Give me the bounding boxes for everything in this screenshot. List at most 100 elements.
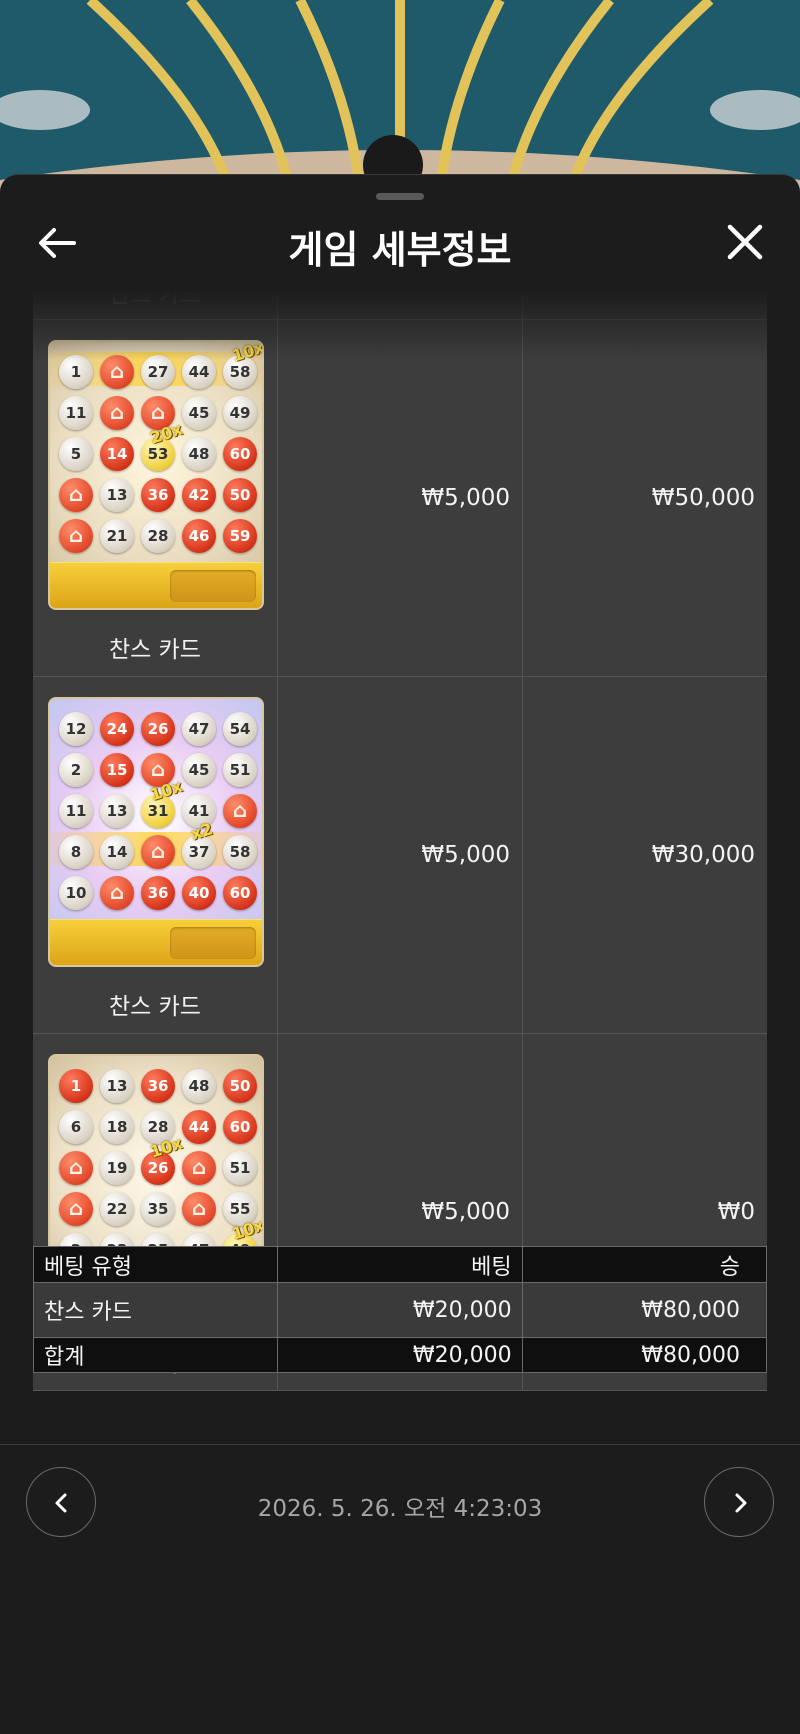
house-icon bbox=[59, 519, 93, 553]
win-amount: ₩0 bbox=[717, 1199, 755, 1225]
bingo-ball: 40 bbox=[182, 876, 216, 910]
bingo-ball: 48 bbox=[182, 1069, 216, 1103]
bingo-ball: 50 bbox=[223, 1069, 257, 1103]
card-footer bbox=[50, 562, 262, 608]
bingo-ball: 36 bbox=[141, 876, 175, 910]
bingo-ball: 13 bbox=[100, 478, 134, 512]
bet-type-label: 찬스 카드 bbox=[109, 994, 201, 1020]
bet-amount: ₩5,000 bbox=[421, 1199, 510, 1225]
bet-amount-cell: ₩20,000 bbox=[278, 1283, 523, 1337]
bingo-ball: 14 bbox=[100, 835, 134, 869]
bingo-ball: 21 bbox=[100, 519, 134, 553]
bet-type-label: 찬스 카드 bbox=[109, 290, 201, 308]
bet-amount-cell bbox=[278, 290, 523, 319]
multiplier-badge: 10x bbox=[229, 340, 264, 366]
bingo-ball: 2 bbox=[59, 753, 93, 787]
bingo-ball: 13 bbox=[100, 794, 134, 828]
bet-type-cell: 찬스 카드 bbox=[34, 1283, 279, 1337]
bet-type-cell: 1274458114549514534860133642502128465910… bbox=[33, 320, 278, 676]
house-icon bbox=[182, 1192, 216, 1226]
bingo-ball: 12 bbox=[59, 712, 93, 746]
bet-row: 찬스 카드 bbox=[33, 290, 767, 320]
bingo-ball: 19 bbox=[100, 1151, 134, 1185]
column-header-win: 승 bbox=[719, 1254, 740, 1280]
close-icon[interactable] bbox=[724, 221, 766, 263]
bet-amount-cell: ₩5,000 bbox=[278, 677, 523, 1033]
bingo-ball: 46 bbox=[182, 519, 216, 553]
bet-amount-cell: ₩5,000 bbox=[278, 320, 523, 676]
house-icon bbox=[182, 1151, 216, 1185]
bingo-ball: 10 bbox=[59, 876, 93, 910]
bingo-ball: 26 bbox=[141, 712, 175, 746]
total-win: ₩80,000 bbox=[641, 1342, 740, 1368]
bingo-ball: 1 bbox=[59, 355, 93, 389]
bingo-ball: 45 bbox=[182, 753, 216, 787]
bingo-ball: 8 bbox=[59, 835, 93, 869]
summary-row: 찬스 카드 ₩20,000 ₩80,000 bbox=[34, 1282, 766, 1337]
bingo-ball: 1 bbox=[59, 1069, 93, 1103]
bingo-ball: 11 bbox=[59, 794, 93, 828]
bingo-ball: 24 bbox=[100, 712, 134, 746]
bingo-ball: 60 bbox=[223, 1110, 257, 1144]
house-icon bbox=[223, 794, 257, 828]
sheet-header: 게임 세부정보 bbox=[0, 205, 800, 285]
column-header-bet-type: 베팅 유형 bbox=[34, 1247, 279, 1282]
bingo-ball: 35 bbox=[141, 1192, 175, 1226]
summary-total-row: 합계 ₩20,000 ₩80,000 bbox=[34, 1337, 766, 1372]
next-round-button[interactable] bbox=[704, 1467, 774, 1537]
round-datetime: 2026. 5. 26. 오전 4:23:03 bbox=[257, 1496, 543, 1522]
bet-details-list[interactable]: 찬스 카드12744581145495145348601336425021284… bbox=[33, 290, 767, 1400]
total-bet: ₩20,000 bbox=[278, 1338, 523, 1372]
bet-row: 1274458114549514534860133642502128465910… bbox=[33, 320, 767, 677]
bingo-ball: 28 bbox=[141, 519, 175, 553]
bingo-ball: 13 bbox=[100, 1069, 134, 1103]
bingo-ball: 47 bbox=[182, 712, 216, 746]
win-amount: ₩30,000 bbox=[651, 842, 755, 868]
bingo-ball: 14 bbox=[100, 437, 134, 471]
page-title: 게임 세부정보 bbox=[288, 228, 512, 272]
bet-type-label: 찬스 카드 bbox=[109, 637, 201, 663]
footer-nav: 2026. 5. 26. 오전 4:23:03 bbox=[0, 1444, 800, 1560]
bet-row: 1224264754215455111133141814375810364060… bbox=[33, 677, 767, 1034]
summary-table: 베팅 유형 베팅 승 찬스 카드 ₩20,000 ₩80,000 합계 ₩20,… bbox=[33, 1246, 767, 1373]
total-label: 합계 bbox=[34, 1338, 279, 1372]
chance-card-image[interactable]: 1274458114549514534860133642502128465910… bbox=[48, 340, 264, 610]
bingo-ball: 36 bbox=[141, 1069, 175, 1103]
bingo-ball: 54 bbox=[223, 712, 257, 746]
bingo-ball: 27 bbox=[141, 355, 175, 389]
bet-amount: ₩5,000 bbox=[421, 842, 510, 868]
bingo-ball: 51 bbox=[223, 753, 257, 787]
bingo-ball: 49 bbox=[223, 396, 257, 430]
card-footer bbox=[50, 919, 262, 965]
card-slot bbox=[170, 570, 256, 602]
live-video-backdrop bbox=[0, 0, 800, 200]
win-amount-cell bbox=[523, 290, 767, 319]
card-slot bbox=[170, 927, 256, 959]
bet-type-cell: 1224264754215455111133141814375810364060… bbox=[33, 677, 278, 1033]
bingo-ball: 51 bbox=[223, 1151, 257, 1185]
win-amount-cell: ₩80,000 bbox=[641, 1297, 740, 1323]
bingo-ball: 50 bbox=[223, 478, 257, 512]
win-amount: ₩50,000 bbox=[651, 485, 755, 511]
house-icon bbox=[141, 835, 175, 869]
bingo-ball: 15 bbox=[100, 753, 134, 787]
bingo-ball: 44 bbox=[182, 355, 216, 389]
column-header-bet: 베팅 bbox=[278, 1247, 523, 1282]
chevron-right-icon bbox=[735, 1493, 747, 1513]
bingo-ball: 60 bbox=[223, 876, 257, 910]
bingo-ball: 60 bbox=[223, 437, 257, 471]
house-icon bbox=[59, 478, 93, 512]
sheet-drag-handle[interactable] bbox=[376, 193, 424, 200]
house-icon bbox=[100, 396, 134, 430]
bet-type-cell: 찬스 카드 bbox=[33, 290, 278, 319]
bingo-ball: 58 bbox=[223, 835, 257, 869]
bingo-ball: 42 bbox=[182, 478, 216, 512]
summary-header-row: 베팅 유형 베팅 승 bbox=[34, 1247, 766, 1282]
house-icon bbox=[59, 1192, 93, 1226]
bingo-ball: 45 bbox=[182, 396, 216, 430]
bingo-ball: 59 bbox=[223, 519, 257, 553]
bingo-ball: 44 bbox=[182, 1110, 216, 1144]
bingo-ball: 22 bbox=[100, 1192, 134, 1226]
chance-card-image[interactable]: 1224264754215455111133141814375810364060… bbox=[48, 697, 264, 967]
bingo-ball: 11 bbox=[59, 396, 93, 430]
